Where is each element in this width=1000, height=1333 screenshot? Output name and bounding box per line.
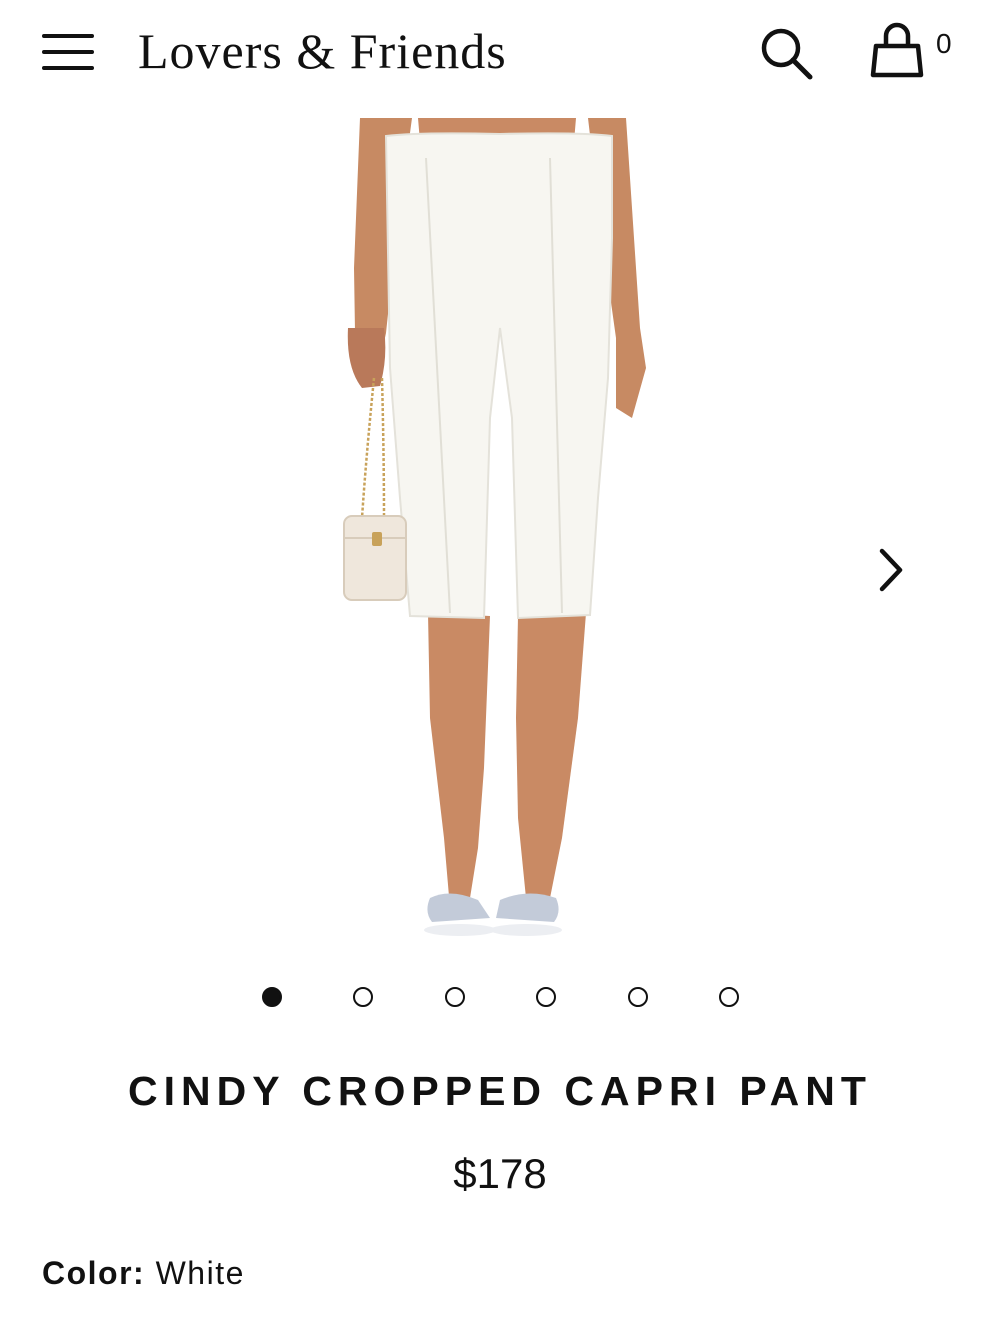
color-value: White xyxy=(155,1255,245,1291)
search-button[interactable] xyxy=(756,24,816,84)
cart-button[interactable]: 0 xyxy=(866,22,966,84)
menu-bar-middle xyxy=(42,50,94,54)
gallery-dot-5[interactable] xyxy=(628,987,648,1007)
cart-count: 0 xyxy=(936,28,952,59)
shopping-bag-icon xyxy=(870,22,924,78)
product-photo-illustration xyxy=(343,118,646,936)
color-selection: Color: White xyxy=(42,1255,245,1292)
gallery-dot-6[interactable] xyxy=(719,987,739,1007)
brand-logo[interactable]: Lovers & Friends xyxy=(138,22,507,80)
gallery-dot-4[interactable] xyxy=(536,987,556,1007)
menu-bar-top xyxy=(42,34,94,38)
menu-button[interactable] xyxy=(40,30,96,76)
gallery-dot-3[interactable] xyxy=(445,987,465,1007)
site-header: Lovers & Friends 0 xyxy=(0,0,1000,110)
product-price: $178 xyxy=(453,1150,547,1197)
gallery-pagination xyxy=(0,982,1000,1012)
gallery-dot-1[interactable] xyxy=(262,987,282,1007)
gallery-dot-2[interactable] xyxy=(353,987,373,1007)
product-title: CINDY CROPPED CAPRI PANT xyxy=(128,1068,872,1114)
product-image[interactable] xyxy=(300,118,700,948)
chevron-right-icon xyxy=(879,548,903,592)
color-label: Color: xyxy=(42,1255,146,1291)
next-image-button[interactable] xyxy=(868,545,914,595)
search-icon xyxy=(761,28,813,80)
menu-bar-bottom xyxy=(42,66,94,70)
